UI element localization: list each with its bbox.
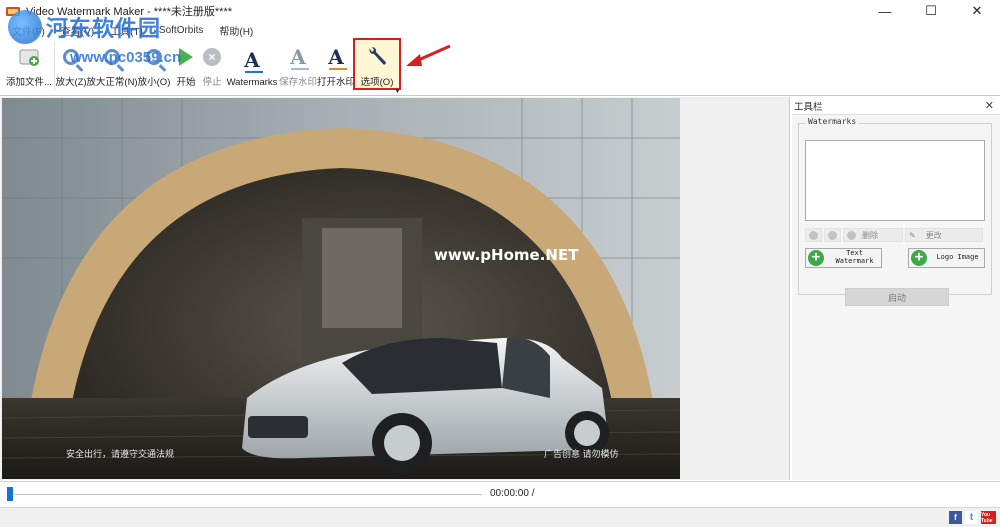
change-label: 更改 bbox=[925, 230, 942, 240]
plus-icon: + bbox=[911, 250, 927, 266]
zoom-in-icon bbox=[58, 44, 84, 70]
zoom-normal-label: 放大正常(N) bbox=[86, 77, 138, 88]
delete-label: 删除 bbox=[862, 230, 878, 240]
zoom-in-button[interactable]: 放大(Z) bbox=[55, 40, 87, 88]
open-watermark-label: 打开水印 bbox=[317, 77, 356, 88]
menu-view[interactable]: 查看(V) bbox=[61, 23, 94, 38]
app-film-icon bbox=[6, 5, 20, 17]
move-up-icon bbox=[809, 230, 818, 240]
stop-button[interactable]: × 停止 bbox=[200, 40, 224, 88]
tool-panel-close-icon[interactable]: ✕ bbox=[985, 99, 994, 112]
menu-softorbits[interactable]: SoftOrbits bbox=[159, 25, 203, 36]
save-watermark-label: 保存水印 bbox=[279, 77, 318, 88]
logo-image-label: Logo Image bbox=[936, 253, 979, 262]
move-down-button[interactable] bbox=[824, 228, 841, 242]
window-controls: — ☐ ✕ bbox=[862, 0, 1000, 22]
add-file-label: 添加文件... bbox=[6, 77, 52, 88]
watermarks-group: Watermarks 删除 ✎ 更改 + Text Watermark + Log… bbox=[798, 117, 992, 295]
twitter-icon[interactable]: t bbox=[965, 511, 978, 524]
video-caption-right: 广告创意 请勿模仿 bbox=[544, 449, 619, 459]
window-title: Video Watermark Maker - ****未注册版**** bbox=[26, 6, 233, 18]
options-button[interactable]: 选项(O) bbox=[353, 38, 401, 90]
maximize-button[interactable]: ☐ bbox=[908, 0, 954, 22]
status-bar: f t You Tube bbox=[0, 507, 1000, 527]
tool-panel-title: 工具栏 bbox=[794, 101, 823, 113]
delete-button[interactable]: 删除 bbox=[843, 228, 903, 242]
menu-tools[interactable]: 工具(T) bbox=[110, 23, 143, 38]
toolbar-divider bbox=[0, 95, 1000, 96]
save-watermark-icon: A bbox=[285, 44, 311, 70]
plus-icon: + bbox=[808, 250, 824, 266]
timeline: 00:00:00 / bbox=[0, 481, 1000, 505]
menu-bar: 文件(F) 查看(V) 工具(T) SoftOrbits 帮助(H) bbox=[0, 22, 1000, 38]
stop-icon: × bbox=[199, 44, 225, 70]
social-links: f t You Tube bbox=[949, 511, 996, 524]
add-file-button[interactable]: 添加文件... bbox=[6, 40, 52, 88]
wrench-icon bbox=[364, 44, 390, 70]
play-icon bbox=[173, 44, 199, 70]
start-label: 开始 bbox=[176, 77, 196, 88]
options-dropdown-caret[interactable]: ▼ bbox=[394, 88, 401, 95]
text-a-icon: A bbox=[239, 47, 265, 73]
tool-panel: 工具栏 ✕ Watermarks 删除 ✎ 更改 + Text Watermark… bbox=[792, 97, 1000, 480]
change-button[interactable]: ✎ 更改 bbox=[905, 228, 983, 242]
watermark-add-row: + Text Watermark + Logo Image bbox=[805, 248, 985, 268]
timeline-slider-handle[interactable] bbox=[7, 487, 13, 501]
minimize-button[interactable]: — bbox=[862, 0, 908, 22]
zoom-in-label: 放大(Z) bbox=[55, 77, 87, 88]
start-toolbar-button[interactable]: 开始 bbox=[174, 40, 198, 88]
delete-icon bbox=[847, 230, 856, 240]
toolbar: 添加文件... 放大(Z) 放大正常(N) 放小(O) 开始 × 停止 A Wa… bbox=[0, 38, 1000, 95]
zoom-out-button[interactable]: 放小(O) bbox=[138, 40, 170, 88]
watermarks-button[interactable]: A Watermarks bbox=[226, 40, 278, 88]
add-file-icon bbox=[16, 44, 42, 70]
timeline-slider-track[interactable] bbox=[14, 494, 482, 495]
zoom-out-icon bbox=[141, 44, 167, 70]
youtube-icon[interactable]: You Tube bbox=[981, 511, 996, 524]
video-overlay-watermark: www.pHome.NET bbox=[434, 246, 579, 264]
save-watermark-button[interactable]: A 保存水印 bbox=[279, 40, 318, 88]
move-up-button[interactable] bbox=[805, 228, 822, 242]
time-readout: 00:00:00 / bbox=[490, 488, 535, 499]
stop-label: 停止 bbox=[202, 77, 222, 88]
menu-help[interactable]: 帮助(H) bbox=[219, 23, 253, 38]
video-scene-image bbox=[2, 98, 680, 479]
zoom-normal-button[interactable]: 放大正常(N) bbox=[86, 40, 138, 88]
zoom-normal-icon bbox=[99, 44, 125, 70]
menu-file[interactable]: 文件(F) bbox=[12, 23, 45, 38]
preview-area: www.pHome.NET 安全出行，请遵守交通法规 广告创意 请勿模仿 bbox=[0, 97, 790, 480]
facebook-icon[interactable]: f bbox=[949, 511, 962, 524]
text-watermark-label: Text Watermark bbox=[835, 249, 874, 265]
tool-panel-header: 工具栏 ✕ bbox=[792, 97, 1000, 115]
open-watermark-button[interactable]: A 打开水印 bbox=[317, 40, 356, 88]
start-button[interactable]: 启动 bbox=[845, 288, 949, 306]
logo-image-button[interactable]: + Logo Image bbox=[908, 248, 985, 268]
video-caption-left: 安全出行，请遵守交通法规 bbox=[66, 449, 175, 459]
move-down-icon bbox=[828, 230, 837, 240]
zoom-out-label: 放小(O) bbox=[137, 77, 171, 88]
title-bar: Video Watermark Maker - ****未注册版**** — ☐… bbox=[0, 0, 1000, 22]
watermarks-legend: Watermarks bbox=[805, 117, 860, 126]
open-watermark-icon: A bbox=[323, 44, 349, 70]
video-frame[interactable]: www.pHome.NET 安全出行，请遵守交通法规 广告创意 请勿模仿 bbox=[2, 98, 680, 479]
watermark-actions: 删除 ✎ 更改 bbox=[805, 228, 985, 242]
change-wrench-icon: ✎ bbox=[909, 230, 916, 240]
close-button[interactable]: ✕ bbox=[954, 0, 1000, 22]
watermarks-list[interactable] bbox=[805, 140, 985, 221]
text-watermark-button[interactable]: + Text Watermark bbox=[805, 248, 882, 268]
watermarks-label: Watermarks bbox=[226, 77, 278, 88]
options-label: 选项(O) bbox=[360, 77, 394, 88]
